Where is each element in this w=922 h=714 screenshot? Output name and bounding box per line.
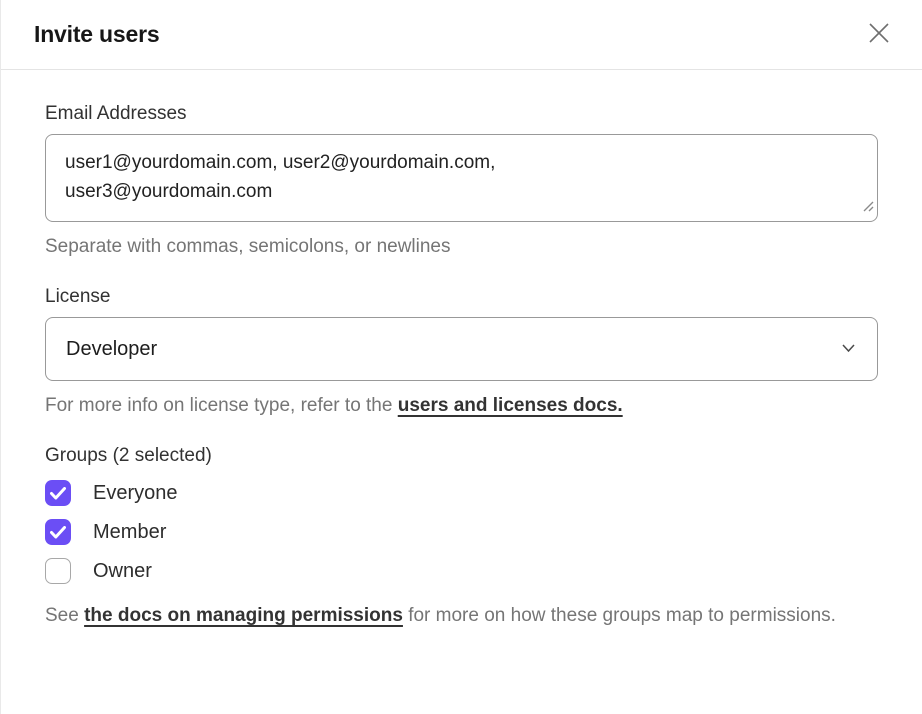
- license-select[interactable]: Developer: [45, 317, 878, 381]
- checkbox-member[interactable]: [45, 519, 71, 545]
- chevron-down-icon: [841, 340, 856, 358]
- managing-permissions-docs-link[interactable]: the docs on managing permissions: [84, 605, 403, 626]
- group-row-everyone[interactable]: Everyone: [45, 480, 878, 506]
- groups-field-group: Groups (2 selected) Everyone Member: [45, 445, 878, 630]
- resize-handle-icon[interactable]: [862, 199, 874, 217]
- group-row-member[interactable]: Member: [45, 519, 878, 545]
- close-icon: [866, 20, 892, 49]
- license-label: License: [45, 286, 878, 308]
- email-helper-text: Separate with commas, semicolons, or new…: [45, 235, 878, 259]
- license-helper-text: For more info on license type, refer to …: [45, 394, 878, 418]
- license-helper-prefix: For more info on license type, refer to …: [45, 395, 398, 416]
- modal-body: Email Addresses user1@yourdomain.com, us…: [1, 70, 922, 630]
- check-icon: [50, 487, 66, 500]
- close-button[interactable]: [864, 20, 894, 50]
- license-selected-value: Developer: [66, 338, 157, 361]
- checkbox-owner[interactable]: [45, 558, 71, 584]
- checkbox-everyone[interactable]: [45, 480, 71, 506]
- groups-helper-suffix: for more on how these groups map to perm…: [403, 605, 836, 626]
- group-label-member: Member: [93, 521, 166, 544]
- group-row-owner[interactable]: Owner: [45, 558, 878, 584]
- groups-helper-prefix: See: [45, 605, 84, 626]
- email-addresses-label: Email Addresses: [45, 103, 878, 125]
- email-addresses-input[interactable]: user1@yourdomain.com, user2@yourdomain.c…: [45, 134, 878, 222]
- email-field-group: Email Addresses user1@yourdomain.com, us…: [45, 103, 878, 259]
- group-label-owner: Owner: [93, 560, 152, 583]
- groups-label: Groups (2 selected): [45, 445, 878, 467]
- modal-title: Invite users: [34, 21, 159, 48]
- users-licenses-docs-link[interactable]: users and licenses docs.: [398, 395, 623, 416]
- group-label-everyone: Everyone: [93, 482, 178, 505]
- groups-helper-text: See the docs on managing permissions for…: [45, 601, 878, 630]
- license-field-group: License Developer For more info on licen…: [45, 286, 878, 418]
- email-addresses-textarea-wrap: user1@yourdomain.com, user2@yourdomain.c…: [45, 134, 878, 222]
- check-icon: [50, 526, 66, 539]
- modal-header: Invite users: [1, 0, 922, 70]
- invite-users-modal: Invite users Email Addresses user1@yourd…: [0, 0, 922, 714]
